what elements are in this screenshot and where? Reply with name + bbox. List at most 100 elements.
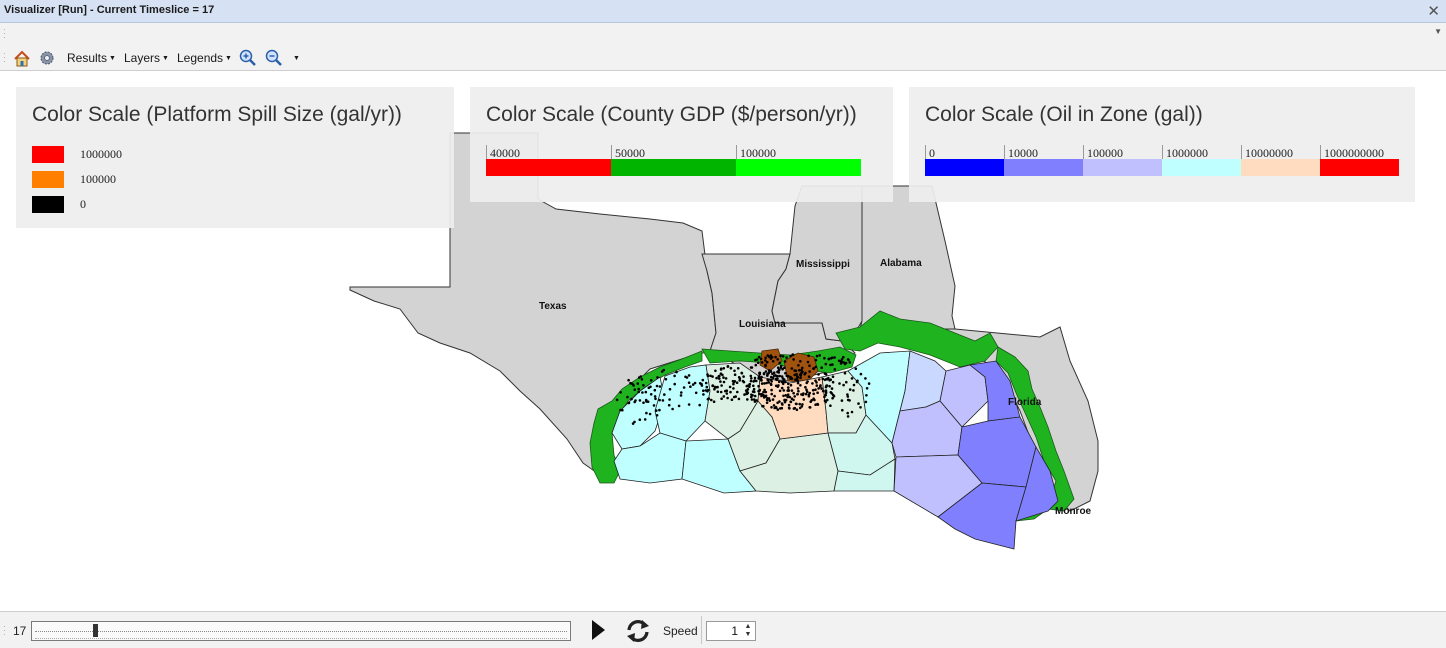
platform-dot: [787, 386, 790, 389]
platform-dot: [655, 414, 659, 417]
platform-dot: [795, 402, 798, 406]
platform-dot: [645, 411, 648, 415]
platform-dot: [766, 397, 769, 400]
platform-dot: [763, 388, 766, 392]
platform-dot: [687, 374, 691, 377]
platform-dot: [701, 378, 705, 382]
platform-dot: [655, 384, 659, 388]
map-view[interactable]: Texas Louisiana Mississippi Alabama Flor…: [0, 71, 1446, 611]
scale-bin: [1162, 159, 1241, 176]
platform-dot: [711, 384, 714, 388]
legend-title: Color Scale (County GDP ($/person/yr)): [486, 103, 857, 126]
zoom-out-icon[interactable]: [265, 49, 283, 67]
platform-dot: [828, 384, 831, 388]
platform-dot: [663, 393, 666, 396]
platform-dot: [805, 388, 808, 392]
gear-icon[interactable]: [39, 49, 55, 67]
platform-dot: [846, 411, 849, 415]
platform-dot: [769, 354, 773, 357]
zoom-in-icon[interactable]: [239, 49, 257, 67]
layers-menu[interactable]: Layers ▼: [124, 49, 169, 67]
platform-dot: [736, 390, 739, 394]
platform-dot: [812, 392, 815, 396]
platform-dot: [694, 391, 698, 395]
platform-dot: [619, 391, 622, 394]
platform-dot: [702, 393, 705, 396]
platform-dot: [808, 364, 811, 368]
platform-dot: [829, 357, 833, 360]
timeslice-slider[interactable]: [31, 621, 571, 641]
spin-down-icon[interactable]: ▼: [743, 631, 753, 639]
grip-icon[interactable]: · · ·: [3, 50, 6, 66]
platform-dot: [833, 368, 837, 371]
platform-dot: [779, 364, 783, 368]
platform-dot: [685, 376, 689, 379]
platform-dot: [793, 406, 797, 410]
platform-dot: [706, 373, 709, 376]
platform-dot: [664, 377, 668, 381]
spin-up-icon[interactable]: ▲: [743, 623, 753, 631]
platform-dot: [752, 380, 755, 383]
platform-dot: [788, 407, 791, 410]
platform-dot: [807, 354, 810, 358]
chevron-down-icon[interactable]: ▼: [1434, 27, 1442, 36]
legends-menu[interactable]: Legends ▼: [177, 49, 232, 67]
slider-thumb[interactable]: [93, 624, 98, 637]
platform-dot: [848, 399, 851, 402]
platform-dot: [738, 377, 742, 380]
platform-dot: [749, 374, 753, 378]
platform-dot: [796, 387, 800, 390]
platform-dot: [760, 382, 764, 385]
play-icon[interactable]: [590, 619, 606, 641]
platform-dot: [720, 384, 723, 387]
platform-dot: [654, 397, 657, 401]
platform-dot: [763, 382, 766, 385]
caret-down-icon: ▼: [109, 54, 116, 62]
toolbar-overflow-icon[interactable]: ▼: [291, 49, 300, 67]
platform-dot: [772, 404, 776, 407]
platform-dot: [814, 365, 818, 369]
platform-dot: [626, 395, 629, 399]
platform-dot: [799, 360, 802, 363]
platform-dot: [800, 405, 804, 408]
platform-dot: [629, 381, 632, 385]
platform-dot: [652, 404, 656, 407]
platform-dot: [811, 388, 815, 392]
platform-dot: [825, 378, 829, 381]
platform-dot: [751, 394, 754, 397]
platform-dot: [823, 372, 827, 375]
platform-dot: [642, 384, 645, 387]
platform-dot: [658, 398, 661, 402]
platform-dot: [627, 401, 631, 405]
platform-dot: [734, 395, 737, 398]
platform-dot: [716, 385, 719, 389]
platform-dot: [773, 374, 776, 377]
grip-icon[interactable]: · · ·: [3, 623, 6, 639]
grip-icon[interactable]: · · ·: [3, 26, 6, 42]
home-icon[interactable]: [13, 49, 31, 67]
refresh-icon[interactable]: [624, 618, 652, 644]
platform-dot: [817, 373, 820, 376]
platform-dot: [775, 378, 778, 382]
platform-dot: [704, 389, 708, 392]
platform-dot: [762, 372, 766, 375]
close-icon[interactable]: ✕: [1427, 2, 1440, 20]
platform-dot: [729, 390, 732, 394]
legend-item: 100000: [32, 170, 116, 188]
results-menu[interactable]: Results ▼: [67, 49, 116, 67]
platform-dot: [668, 398, 671, 401]
platform-dot: [789, 383, 793, 387]
platform-dot: [752, 387, 756, 391]
platform-dot: [715, 376, 718, 380]
platform-dot: [768, 399, 772, 402]
platform-dot: [842, 383, 845, 387]
platform-dot: [706, 388, 710, 392]
platform-dot: [782, 378, 786, 381]
platform-dot: [803, 372, 806, 376]
platform-dot: [770, 380, 773, 383]
speed-spinner[interactable]: 1 ▲ ▼: [706, 621, 756, 641]
swatch-black: [32, 195, 64, 213]
platform-dot: [779, 354, 782, 358]
platform-dot: [821, 389, 825, 393]
platform-dot: [777, 380, 781, 384]
